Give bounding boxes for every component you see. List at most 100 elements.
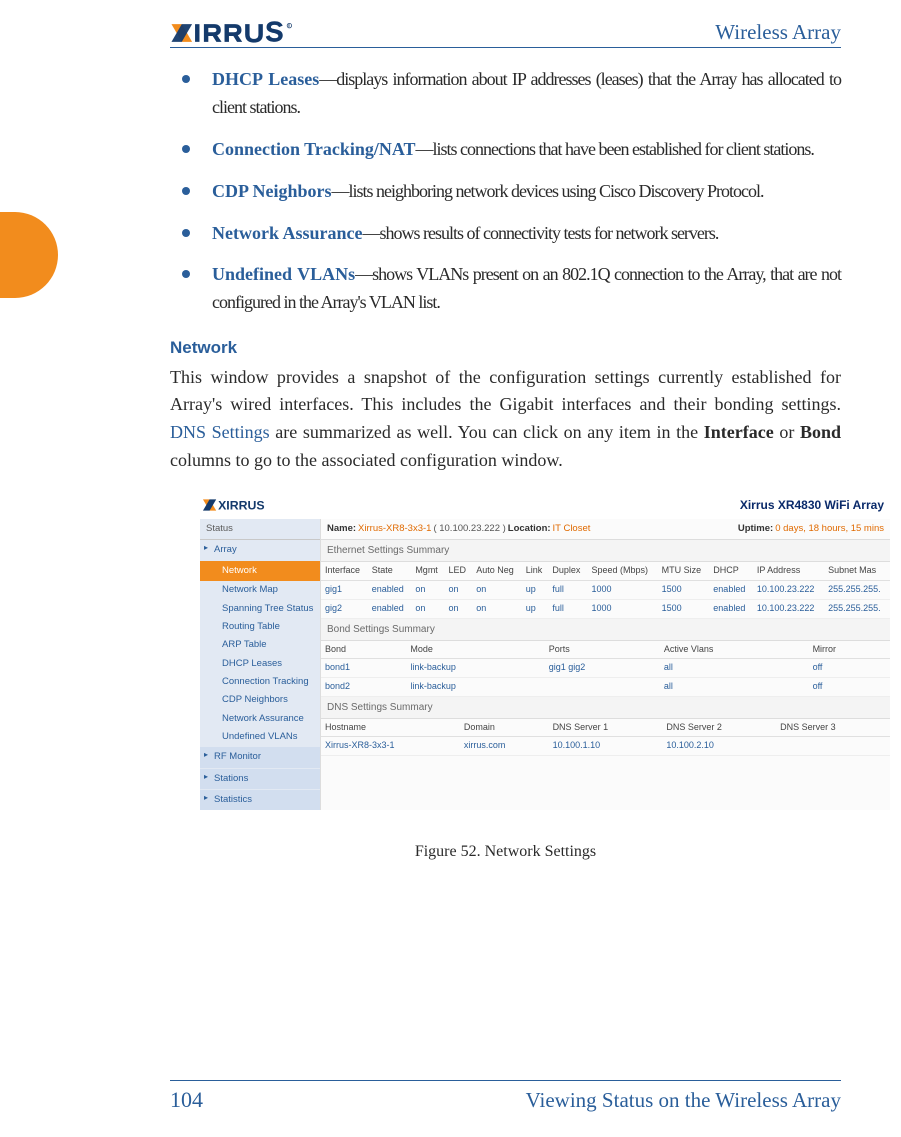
dns-panel-heading: DNS Settings Summary [321,697,890,719]
th: DHCP [709,562,753,580]
bullet-desc: —shows results of connectivity tests for… [363,223,719,243]
th: Mirror [809,641,890,659]
bullet-item: Connection Tracking/NAT—lists connection… [170,136,841,164]
section-paragraph: This window provides a snapshot of the c… [170,364,841,476]
sidebar-item[interactable]: Network Assurance [200,710,320,728]
th: Domain [460,719,549,737]
embed-header: XIRRUS Xirrus XR4830 WiFi Array [200,495,890,519]
side-tab-notch [0,212,58,298]
th: Duplex [548,562,587,580]
term-link[interactable]: Connection Tracking/NAT [212,139,416,159]
bold-label: Interface [704,422,774,442]
product-title: Xirrus XR4830 WiFi Array [740,498,884,514]
sidebar-item[interactable]: Network Map [200,581,320,599]
uptime-label: Uptime: [738,523,773,535]
th: IP Address [753,562,824,580]
sidebar-item[interactable]: ARP Table [200,636,320,654]
table-row[interactable]: Xirrus-XR8-3x3-1xirrus.com10.100.1.1010.… [321,737,890,756]
ip-value: ( 10.100.23.222 ) [433,523,505,535]
info-bar: Name: Xirrus-XR8-3x3-1 ( 10.100.23.222 )… [321,519,890,540]
table-row[interactable]: gig2enabledonononupfull10001500enabled10… [321,599,890,618]
bullet-list: DHCP Leases—displays information about I… [170,66,841,317]
bond-panel-heading: Bond Settings Summary [321,619,890,641]
page: R Wireless Array DHCP Leases—displays in… [0,0,901,1137]
dns-table: Hostname Domain DNS Server 1 DNS Server … [321,719,890,756]
sidebar-section[interactable]: Statistics [200,790,320,810]
th: MTU Size [658,562,710,580]
th: DNS Server 3 [776,719,890,737]
location-label: Location: [508,523,551,535]
bullet-item: Undefined VLANs—shows VLANs present on a… [170,261,841,317]
th: Interface [321,562,368,580]
para-text: or [774,422,800,442]
sidebar-item-array[interactable]: Array [200,540,320,560]
th: DNS Server 2 [662,719,776,737]
svg-text:XIRRUS: XIRRUS [218,499,264,513]
table-row[interactable]: bond1link-backupgig1 gig2alloff [321,659,890,678]
th: Bond [321,641,406,659]
name-value: Xirrus-XR8-3x3-1 [358,523,431,535]
sidebar-section[interactable]: RF Monitor [200,747,320,767]
term-link[interactable]: DHCP Leases [212,69,319,89]
para-text: columns to go to the associated configur… [170,450,563,470]
th: Ports [545,641,660,659]
page-header: R Wireless Array [170,20,841,48]
sidebar-item-network-active[interactable]: Network [200,561,320,581]
eth-table: Interface State Mgmt LED Auto Neg Link D… [321,562,890,618]
table-row[interactable]: bond2link-backupalloff [321,677,890,696]
th: Active Vlans [660,641,809,659]
sidebar-item[interactable]: Routing Table [200,618,320,636]
th: Auto Neg [472,562,522,580]
sidebar-section[interactable]: Stations [200,769,320,789]
embed-sidebar: Status Array Network Network Map Spannin… [200,519,320,810]
bold-label: Bond [800,422,841,442]
sidebar-item[interactable]: CDP Neighbors [200,691,320,709]
xirrus-logo: R [170,21,310,45]
table-row[interactable]: gig1enabledonononupfull10001500enabled10… [321,581,890,600]
para-text: are summarized as well. You can click on… [270,422,704,442]
page-footer: 104 Viewing Status on the Wireless Array [170,1080,841,1113]
sidebar-item[interactable]: Connection Tracking [200,673,320,691]
page-number: 104 [170,1087,203,1113]
bullet-desc: —lists connections that have been establ… [416,139,814,159]
embed-main: Name: Xirrus-XR8-3x3-1 ( 10.100.23.222 )… [320,519,890,810]
location-value: IT Closet [553,523,591,535]
table-header-row: Hostname Domain DNS Server 1 DNS Server … [321,719,890,737]
th: Speed (Mbps) [587,562,657,580]
th: DNS Server 1 [549,719,663,737]
sidebar-item[interactable]: DHCP Leases [200,655,320,673]
th: LED [444,562,472,580]
bond-table: Bond Mode Ports Active Vlans Mirror bond… [321,641,890,697]
term-link[interactable]: CDP Neighbors [212,181,332,201]
uptime-value: 0 days, 18 hours, 15 mins [775,523,884,535]
doc-title: Wireless Array [715,20,841,45]
term-link[interactable]: Undefined VLANs [212,264,355,284]
body-content: DHCP Leases—displays information about I… [170,66,841,865]
th: State [368,562,412,580]
eth-panel-heading: Ethernet Settings Summary [321,540,890,562]
table-header-row: Bond Mode Ports Active Vlans Mirror [321,641,890,659]
xirrus-mini-logo: XIRRUS [202,497,292,513]
bullet-item: CDP Neighbors—lists neighboring network … [170,178,841,206]
th: Link [522,562,549,580]
table-header-row: Interface State Mgmt LED Auto Neg Link D… [321,562,890,580]
term-link[interactable]: Network Assurance [212,223,363,243]
th: Subnet Mas [824,562,890,580]
embed-body: Status Array Network Network Map Spannin… [200,519,890,810]
th: Mgmt [411,562,444,580]
embedded-screenshot: XIRRUS Xirrus XR4830 WiFi Array Status A… [200,495,890,810]
section-heading: Network [170,335,841,361]
para-text: This window provides a snapshot of the c… [170,367,841,415]
name-label: Name: [327,523,356,535]
th: Mode [406,641,544,659]
footer-title: Viewing Status on the Wireless Array [526,1088,841,1113]
sidebar-item[interactable]: Undefined VLANs [200,728,320,746]
bullet-item: DHCP Leases—displays information about I… [170,66,841,122]
sidebar-status-head: Status [200,519,320,540]
bullet-item: Network Assurance—shows results of conne… [170,220,841,248]
th: Hostname [321,719,460,737]
bullet-desc: —lists neighboring network devices using… [332,181,764,201]
dns-settings-link[interactable]: DNS Settings [170,422,270,442]
sidebar-item[interactable]: Spanning Tree Status [200,600,320,618]
figure-caption: Figure 52. Network Settings [170,840,841,865]
